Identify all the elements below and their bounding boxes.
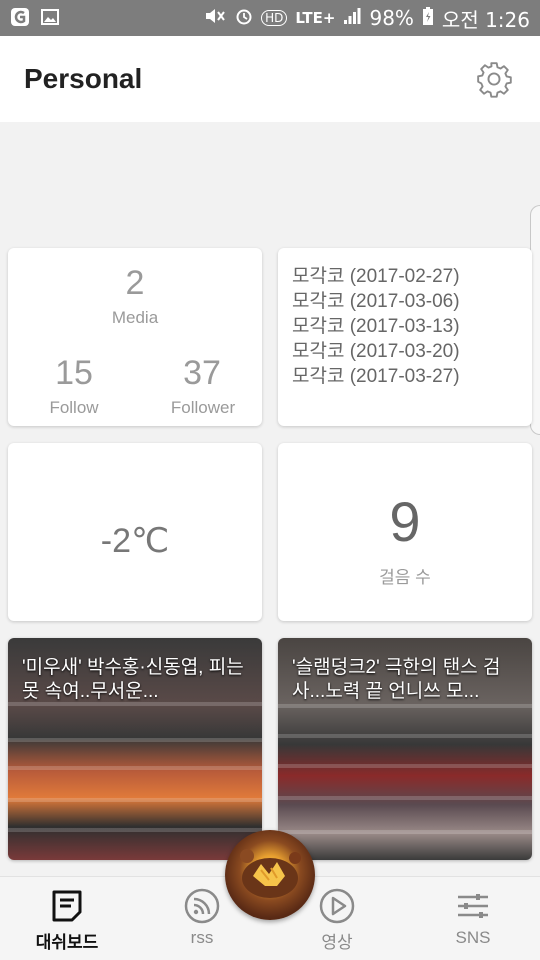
app-bar: Personal bbox=[0, 36, 540, 122]
signal-icon bbox=[343, 7, 361, 29]
gallery-icon bbox=[40, 7, 60, 30]
app-notification-icon bbox=[10, 7, 30, 30]
nav-label: 대쉬보드 bbox=[35, 933, 99, 952]
play-icon bbox=[317, 886, 357, 926]
news-card[interactable]: '슬램덩크2' 극한의 탠스 검사...노력 끝 언니쓰 모... bbox=[278, 638, 532, 860]
follower-count: 37 bbox=[183, 354, 221, 392]
mute-icon bbox=[203, 7, 227, 29]
hd-badge: HD bbox=[261, 10, 288, 26]
follower-label: Follower bbox=[170, 398, 236, 417]
battery-percent: 98% bbox=[369, 6, 414, 30]
dashboard-icon bbox=[47, 886, 87, 926]
status-bar: HD LTE+ 98% 오전 1:26 bbox=[0, 0, 540, 36]
event-item: 모각코 (2017-03-13) bbox=[292, 316, 460, 337]
steps-card[interactable]: 9 걸음 수 bbox=[278, 443, 532, 621]
gear-icon bbox=[477, 62, 512, 98]
alarm-icon bbox=[235, 7, 253, 29]
temperature-value: -2℃ bbox=[100, 522, 170, 560]
news-title: '슬램덩크2' 극한의 탠스 검사...노력 끝 언니쓰 모... bbox=[292, 657, 501, 702]
step-count: 9 bbox=[389, 490, 421, 553]
nav-label: rss bbox=[190, 928, 214, 947]
clock: 오전 1:26 bbox=[441, 7, 530, 32]
battery-charging-icon bbox=[422, 6, 434, 30]
event-item: 모각코 (2017-03-06) bbox=[292, 291, 460, 312]
event-item: 모각코 (2017-03-27) bbox=[292, 366, 460, 387]
page-title: Personal bbox=[24, 63, 143, 94]
news-card[interactable]: '미우새' 박수홍·신동엽, 피는 못 속여..무서운... bbox=[8, 638, 262, 860]
floating-photo-button[interactable] bbox=[225, 830, 315, 920]
media-label: Media bbox=[111, 308, 159, 327]
sliders-icon bbox=[453, 886, 493, 926]
calendar-events-card[interactable]: 모각코 (2017-02-27) 모각코 (2017-03-06) 모각코 (2… bbox=[278, 248, 532, 426]
settings-button[interactable] bbox=[472, 57, 516, 101]
nav-label: SNS bbox=[455, 928, 491, 947]
follow-count: 15 bbox=[55, 354, 93, 392]
event-item: 모각코 (2017-02-27) bbox=[292, 266, 460, 287]
media-count: 2 bbox=[125, 264, 145, 302]
instagram-stats-card[interactable]: 2 Media 15 Follow 37 Follower bbox=[8, 248, 262, 426]
follow-label: Follow bbox=[49, 398, 99, 417]
nav-item-dashboard[interactable]: 대쉬보드 bbox=[12, 877, 122, 960]
news-title: '미우새' 박수홍·신동엽, 피는 못 속여..무서운... bbox=[22, 657, 244, 702]
weather-card[interactable]: -2℃ bbox=[8, 443, 262, 621]
step-label: 걸음 수 bbox=[379, 568, 431, 587]
nav-item-sns[interactable]: SNS bbox=[418, 877, 528, 960]
event-item: 모각코 (2017-03-20) bbox=[292, 341, 460, 362]
food-photo bbox=[240, 849, 301, 898]
rss-icon bbox=[182, 886, 222, 926]
network-type: LTE+ bbox=[295, 9, 336, 27]
nav-label: 영상 bbox=[321, 933, 353, 952]
